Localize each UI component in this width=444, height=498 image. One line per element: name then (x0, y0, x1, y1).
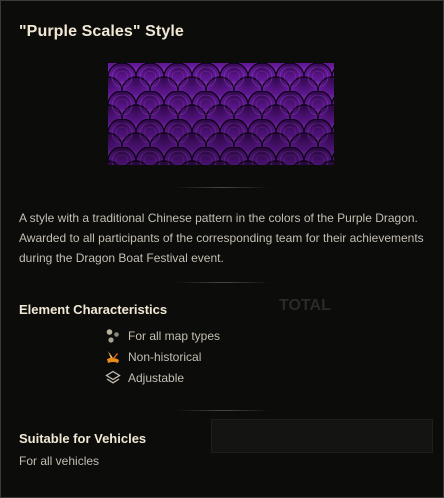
style-description: A style with a traditional Chinese patte… (19, 211, 424, 265)
characteristic-item: Adjustable (105, 369, 184, 387)
map-types-icon (105, 328, 121, 344)
divider (176, 410, 270, 411)
background-ghost-total: TOTAL (279, 297, 331, 314)
characteristic-label: For all map types (128, 329, 221, 343)
tooltip-title: "Purple Scales" Style (19, 23, 184, 40)
characteristic-label: Adjustable (128, 371, 185, 385)
background-ghost-button (211, 419, 433, 453)
vehicles-value: For all vehicles (19, 454, 100, 468)
divider (176, 187, 270, 188)
style-tooltip: TOTAL "Purple Scales" Style A style with… (0, 0, 444, 498)
characteristic-item: Non-historical (105, 348, 201, 366)
divider (176, 282, 270, 283)
vehicles-heading: Suitable for Vehicles (19, 431, 147, 446)
characteristics-heading: Element Characteristics (19, 302, 168, 317)
style-preview-image (108, 63, 334, 165)
non-historical-icon (105, 349, 121, 365)
characteristic-label: Non-historical (128, 350, 202, 364)
characteristic-item: For all map types (105, 327, 220, 345)
adjustable-icon (105, 370, 121, 386)
